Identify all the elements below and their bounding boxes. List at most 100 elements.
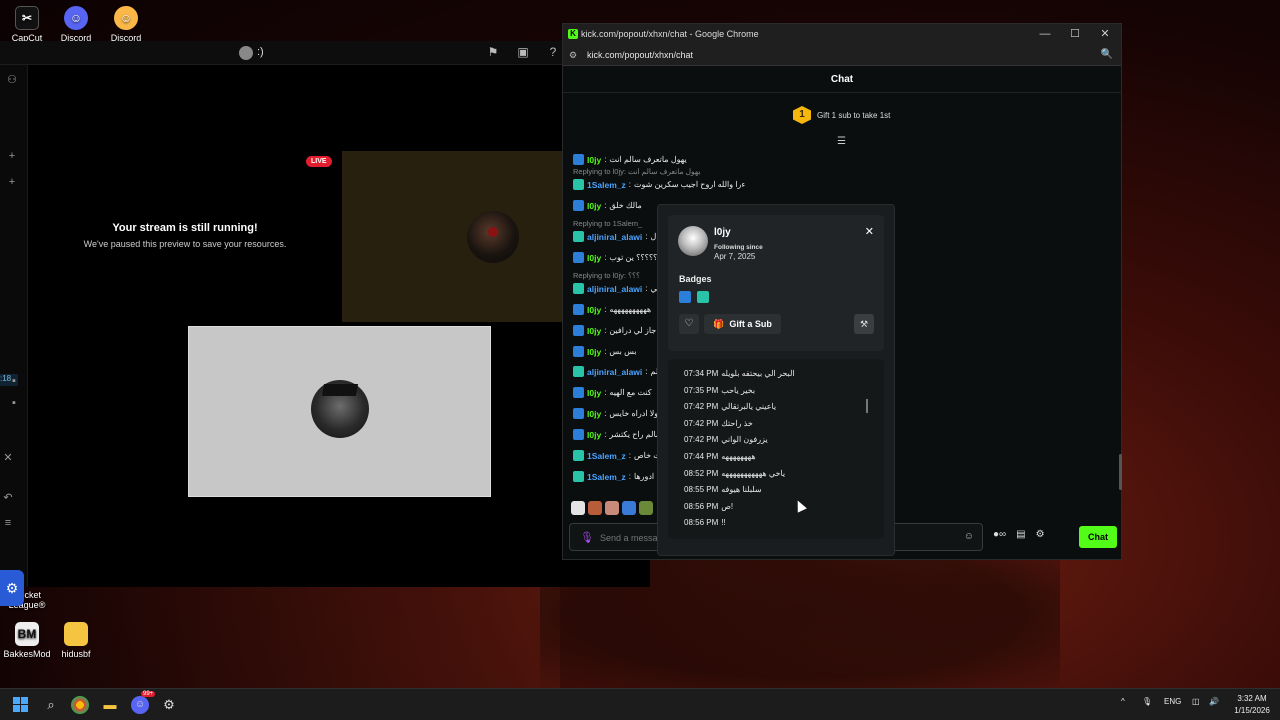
badge-icon[interactable] xyxy=(573,366,584,377)
close-icon[interactable]: ✕ xyxy=(0,451,16,465)
user-card-username[interactable]: l0jy xyxy=(714,227,731,238)
chat-username[interactable]: l0jy xyxy=(587,430,601,440)
emote[interactable] xyxy=(605,501,619,515)
chat-settings-icon[interactable]: ⚙ xyxy=(1036,529,1045,540)
chat-username[interactable]: aljiniral_alawi xyxy=(587,232,642,242)
plus-icon[interactable]: + xyxy=(4,176,20,190)
settings-gear-icon[interactable]: ⚙ xyxy=(0,570,24,606)
emote[interactable] xyxy=(639,501,653,515)
badge-icon[interactable] xyxy=(573,252,584,263)
history-row[interactable]: 08:55 PM سلبلنا هيوفه xyxy=(684,485,762,494)
kicks-icon[interactable]: ●∞ xyxy=(993,529,1006,540)
menu-icon[interactable]: ≡ xyxy=(0,517,16,531)
chat-username[interactable]: l0jy xyxy=(587,388,601,398)
plus-icon[interactable]: + xyxy=(4,150,20,164)
badge-icon[interactable] xyxy=(573,304,584,315)
chat-message[interactable]: aljiniral_alawi: لي xyxy=(573,283,660,294)
zoom-icon[interactable]: 🔍 xyxy=(1101,49,1113,60)
add-user-icon[interactable]: ⚇ xyxy=(4,73,20,87)
language-indicator[interactable]: ENG xyxy=(1164,697,1181,706)
chat-message[interactable]: 1Salem_z: ادورها xyxy=(573,471,654,482)
desktop-icon-hidusbf[interactable]: hidusbf xyxy=(49,622,103,659)
camera-tile[interactable] xyxy=(342,151,572,322)
history-row[interactable]: 07:42 PM خذ راحتك xyxy=(684,419,753,428)
chat-message[interactable]: 1Salem_z: ءرا والله اروح اجيب سكرين شوت xyxy=(573,179,745,190)
chat-message[interactable]: l0jy: جاز لي درافين xyxy=(573,325,656,336)
user-avatar[interactable] xyxy=(239,46,253,60)
address-bar[interactable]: ⚙ kick.com/popout/xhxn/chat 🔍 xyxy=(563,45,1121,66)
history-row[interactable]: 08:56 PM!! xyxy=(684,518,726,527)
help-icon[interactable]: ? xyxy=(546,45,560,59)
chrome-icon[interactable] xyxy=(71,696,89,714)
badge-icon[interactable] xyxy=(573,429,584,440)
history-row[interactable]: 07:42 PM ياعيني يالبرتقالي xyxy=(684,402,776,411)
desktop-icon-capcut[interactable]: ✂ CapCut xyxy=(0,6,54,43)
app-icon[interactable]: ⚙ xyxy=(160,696,178,714)
chat-username[interactable]: l0jy xyxy=(587,409,601,419)
gift-leaderboard[interactable]: 1 Gift 1 sub to take 1st xyxy=(793,105,890,125)
badge-icon[interactable] xyxy=(573,325,584,336)
chat-username[interactable]: l0jy xyxy=(587,253,601,263)
chat-send-button[interactable]: Chat xyxy=(1079,526,1117,548)
history-row[interactable]: 08:56 PM ص! xyxy=(684,502,733,511)
message-history[interactable]: 07:34 PM البحر الي بيحتفه بلويله 07:35 PM ب… xyxy=(668,359,884,539)
minimize-button[interactable]: — xyxy=(1037,27,1053,41)
badge-icon[interactable] xyxy=(573,154,584,165)
chat-message[interactable]: 1Salem_z: ت خاص xyxy=(573,450,661,461)
chat-message[interactable]: aljiniral_alawi: لم xyxy=(573,366,658,377)
emote[interactable] xyxy=(622,501,636,515)
badge-icon[interactable] xyxy=(573,387,584,398)
pinned-toggle-icon[interactable]: ☰ xyxy=(837,136,846,147)
reply-indicator[interactable]: Replying to l0jy: يهول ماتعرف سالم انت xyxy=(573,167,700,176)
badge-icon[interactable] xyxy=(573,346,584,357)
badge-icon[interactable] xyxy=(697,291,709,303)
history-row[interactable]: 08:52 PM ياخي هههههههههههه xyxy=(684,469,785,478)
desktop-icon-discord[interactable]: ☺ Discord xyxy=(49,6,103,43)
close-window-button[interactable]: ✕ xyxy=(1097,27,1113,41)
chat-username[interactable]: l0jy xyxy=(587,201,601,211)
history-row[interactable]: 07:42 PM يزرفون الواني xyxy=(684,435,768,444)
reply-indicator[interactable]: Replying to 1Salem_ xyxy=(573,219,642,228)
volume-icon[interactable]: 🔊 xyxy=(1209,697,1219,706)
chat-username[interactable]: 1Salem_z xyxy=(587,180,626,190)
desktop-icon-bakkesmod[interactable]: BM BakkesMod xyxy=(0,622,54,659)
windows-start-icon[interactable] xyxy=(13,697,28,712)
badge-icon[interactable] xyxy=(573,231,584,242)
chat-scrollbar[interactable] xyxy=(1119,454,1122,490)
badge-icon[interactable] xyxy=(573,179,584,190)
badge-icon[interactable] xyxy=(573,471,584,482)
undo-icon[interactable]: ↶ xyxy=(0,491,16,505)
chat-username[interactable]: l0jy xyxy=(587,155,601,165)
badge-icon[interactable] xyxy=(573,408,584,419)
chat-message[interactable]: l0jy: ؟؟؟؟؟؟ ين توب xyxy=(573,252,662,263)
emote[interactable] xyxy=(571,501,585,515)
chat-message[interactable]: aljiniral_alawi: ل xyxy=(573,231,656,242)
thumbnail-icon[interactable]: ▪ xyxy=(6,397,22,411)
chat-username[interactable]: 1Salem_z xyxy=(587,472,626,482)
history-row[interactable]: 07:34 PM البحر الي بيحتفه بلويله xyxy=(684,369,795,378)
flag-icon[interactable]: ⚑ xyxy=(486,45,500,59)
tray-expand-icon[interactable]: ^ xyxy=(1121,697,1125,706)
chat-username[interactable]: l0jy xyxy=(587,326,601,336)
history-row[interactable]: 07:35 PM بخير ياحب xyxy=(684,386,755,395)
screen-share-tile[interactable] xyxy=(188,326,491,497)
chat-message[interactable]: l0jy: يهول ماتعرف سالم انت xyxy=(573,154,687,165)
chat-username[interactable]: l0jy xyxy=(587,347,601,357)
badge-icon[interactable] xyxy=(679,291,691,303)
chat-message[interactable]: l0jy: ولا ادراه خايس xyxy=(573,408,658,419)
thumbnail-icon[interactable]: ▪ xyxy=(6,375,22,389)
site-settings-icon[interactable]: ⚙ xyxy=(569,50,577,61)
discord-icon[interactable]: ☺ xyxy=(131,696,149,714)
emoji-icon[interactable]: ☺ xyxy=(964,531,974,542)
file-explorer-icon[interactable]: ▬ xyxy=(101,696,119,714)
moderation-icon[interactable]: ⚒ xyxy=(854,314,874,334)
badge-icon[interactable] xyxy=(573,283,584,294)
emote[interactable] xyxy=(588,501,602,515)
store-icon[interactable]: ▤ xyxy=(1016,529,1025,540)
chat-message[interactable]: l0jy: ههههههههههه xyxy=(573,304,651,315)
reply-indicator[interactable]: Replying to l0jy: ؟؟؟ xyxy=(573,271,640,280)
badge-icon[interactable] xyxy=(573,450,584,461)
chat-message[interactable]: l0jy: بس بس xyxy=(573,346,637,357)
network-icon[interactable]: ◫ xyxy=(1192,697,1200,706)
history-row[interactable]: 07:44 PM ههههههههه xyxy=(684,452,756,461)
